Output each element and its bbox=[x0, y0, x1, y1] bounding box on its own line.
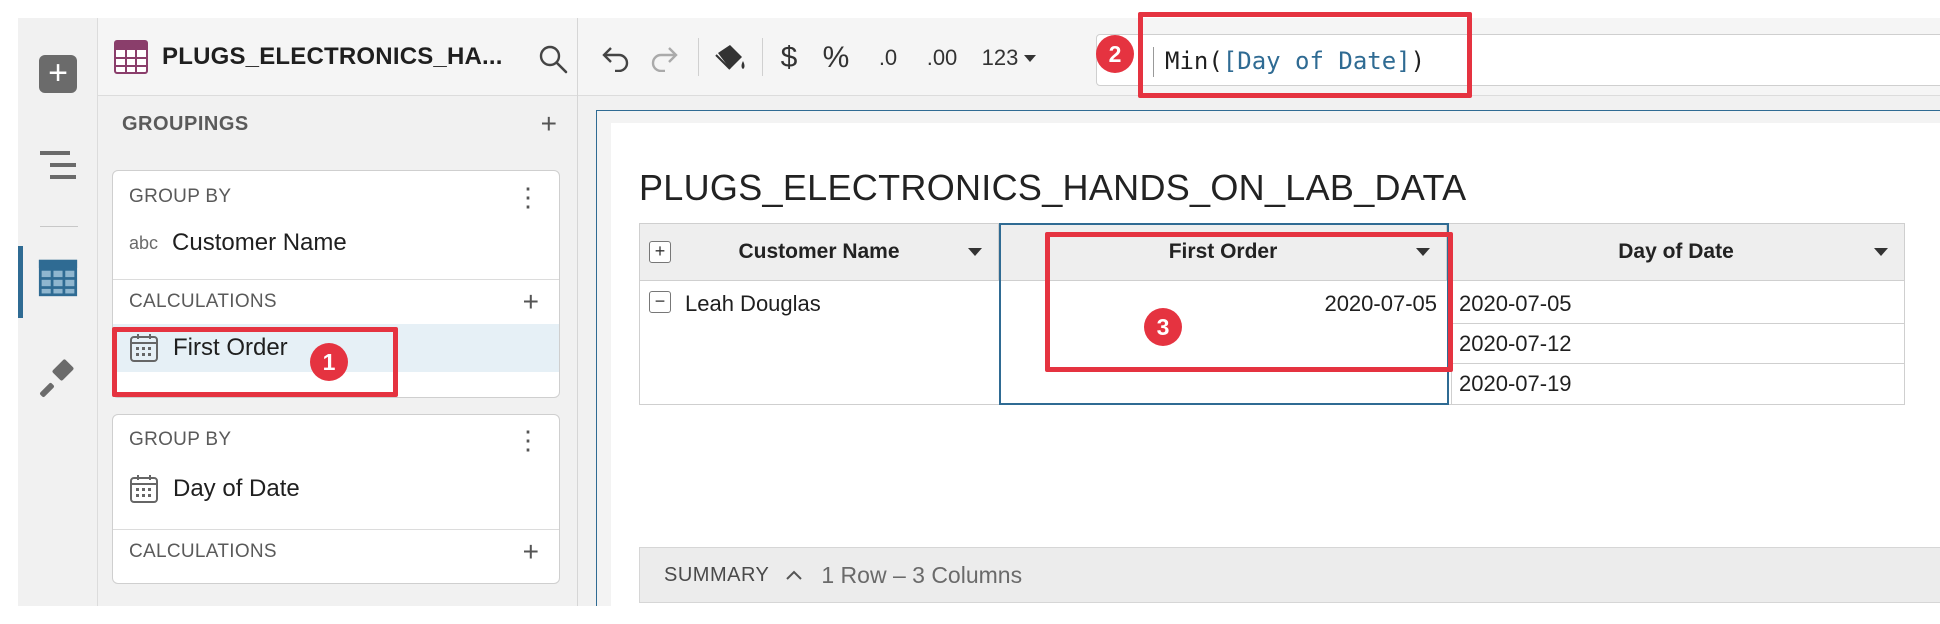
table-element-icon bbox=[114, 39, 148, 74]
group-by-label: GROUP BY bbox=[129, 429, 232, 450]
calculations-header: CALCULATIONS + bbox=[113, 280, 559, 324]
add-calculation-button[interactable]: + bbox=[523, 288, 539, 316]
group-column-label: Day of Date bbox=[173, 475, 300, 502]
grid-line bbox=[1904, 281, 1905, 405]
rail-active-indicator bbox=[18, 246, 23, 318]
number-format-label: 123 bbox=[981, 45, 1019, 70]
calculations-header: CALCULATIONS + bbox=[113, 530, 559, 574]
undo-icon bbox=[602, 47, 629, 72]
redo-icon bbox=[651, 47, 678, 72]
fill-color-button[interactable] bbox=[710, 40, 750, 76]
table-cell-day[interactable]: 2020-07-12 bbox=[1459, 331, 1572, 357]
add-grouping-button[interactable]: + bbox=[541, 110, 557, 138]
chevron-down-icon bbox=[1024, 54, 1037, 62]
add-icon: + bbox=[39, 55, 77, 93]
chevron-up-icon[interactable] bbox=[785, 569, 803, 581]
annotation-badge-3: 3 bbox=[1144, 308, 1182, 346]
left-rail: + bbox=[18, 18, 98, 606]
group-by-label: GROUP BY bbox=[129, 186, 232, 207]
summary-bar[interactable]: SUMMARY 1 Row – 3 Columns bbox=[639, 547, 1940, 603]
number-format-dropdown[interactable]: 123 bbox=[974, 40, 1044, 76]
panel-header: PLUGS_ELECTRONICS_HA... bbox=[98, 18, 577, 96]
add-calculation-button[interactable]: + bbox=[523, 538, 539, 566]
annotation-badge-1: 1 bbox=[310, 343, 348, 381]
group-column-item[interactable]: Day of Date bbox=[113, 465, 559, 513]
redo-button[interactable] bbox=[646, 40, 682, 76]
table-title: PLUGS_ELECTRONICS_HANDS_ON_LAB_DATA bbox=[639, 167, 1467, 208]
table-button[interactable] bbox=[38, 258, 78, 298]
increase-decimals-icon: .00 bbox=[926, 45, 958, 70]
toolbar-divider bbox=[762, 38, 763, 76]
add-element-button[interactable]: + bbox=[38, 54, 78, 94]
decrease-decimals-button[interactable]: .0 bbox=[868, 40, 908, 76]
decrease-decimals-icon: .0 bbox=[878, 45, 898, 70]
group-column-label: Customer Name bbox=[172, 229, 347, 256]
annotation-highlight-1 bbox=[112, 327, 398, 397]
summary-label: SUMMARY bbox=[664, 563, 770, 586]
group-by-header: GROUP BY ⋮ bbox=[113, 171, 559, 223]
column-header-day-of-date[interactable]: Day of Date bbox=[1447, 223, 1905, 281]
expand-all-button[interactable]: + bbox=[649, 241, 671, 263]
paint-bucket-icon bbox=[715, 45, 745, 70]
panel-title: PLUGS_ELECTRONICS_HA... bbox=[162, 42, 503, 70]
column-header-label: Day of Date bbox=[1618, 240, 1734, 263]
annotation-highlight-3 bbox=[1045, 232, 1453, 372]
group-column-item[interactable]: abc Customer Name bbox=[113, 223, 559, 263]
rail-divider bbox=[40, 226, 78, 227]
layers-button[interactable] bbox=[38, 146, 78, 186]
annotation-badge-2: 2 bbox=[1096, 35, 1134, 73]
currency-format-button[interactable]: $ bbox=[774, 40, 804, 76]
groupings-label: GROUPINGS bbox=[122, 112, 249, 135]
increase-decimals-button[interactable]: .00 bbox=[918, 40, 966, 76]
app-window: + PLUGS_ELECTRONICS_HA... GROUPINGS + GR… bbox=[18, 18, 1940, 606]
toolbar-divider bbox=[698, 38, 699, 76]
calculations-label: CALCULATIONS bbox=[129, 541, 277, 562]
table-cell-day[interactable]: 2020-07-19 bbox=[1459, 371, 1572, 397]
grouping-card-2: GROUP BY ⋮ Day of Date CALCULATIONS + bbox=[112, 414, 560, 584]
kebab-menu-icon[interactable]: ⋮ bbox=[515, 427, 541, 453]
format-button[interactable] bbox=[38, 358, 78, 398]
annotation-highlight-2 bbox=[1138, 12, 1472, 98]
kebab-menu-icon[interactable]: ⋮ bbox=[515, 184, 541, 210]
column-header-label: Customer Name bbox=[738, 240, 900, 263]
chevron-down-icon[interactable] bbox=[1874, 248, 1888, 256]
table-cell-day[interactable]: 2020-07-05 bbox=[1459, 291, 1572, 317]
chevron-down-icon[interactable] bbox=[968, 248, 982, 256]
groupings-header: GROUPINGS + bbox=[98, 96, 577, 152]
text-type-icon: abc bbox=[129, 232, 159, 253]
element-panel: PLUGS_ELECTRONICS_HA... GROUPINGS + GROU… bbox=[98, 18, 578, 606]
undo-button[interactable] bbox=[598, 40, 634, 76]
group-by-header: GROUP BY ⋮ bbox=[113, 415, 559, 465]
column-header-customer-name[interactable]: Customer Name bbox=[639, 223, 999, 281]
grid-line bbox=[1451, 363, 1905, 364]
grid-line bbox=[1451, 323, 1905, 324]
search-icon[interactable] bbox=[538, 44, 568, 74]
calculations-label: CALCULATIONS bbox=[129, 291, 277, 312]
layers-icon bbox=[40, 151, 76, 179]
percent-format-button[interactable]: % bbox=[816, 40, 856, 76]
summary-info: 1 Row – 3 Columns bbox=[821, 561, 1023, 588]
calendar-icon bbox=[130, 475, 158, 503]
brush-icon bbox=[40, 359, 74, 397]
table-icon bbox=[38, 259, 78, 297]
